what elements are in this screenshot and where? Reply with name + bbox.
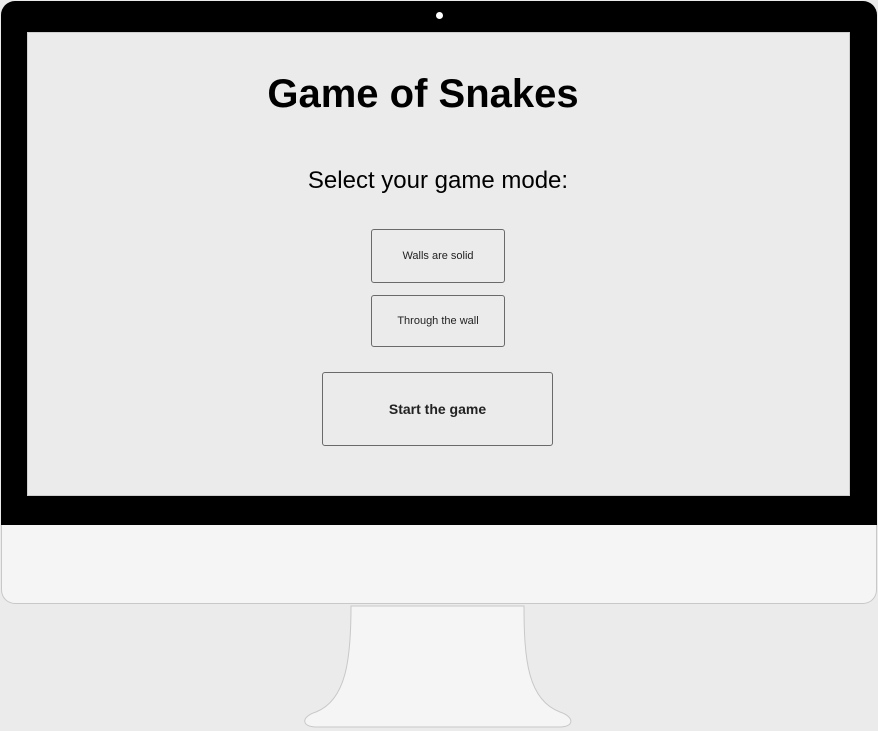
walls-are-solid-button[interactable]: Walls are solid [371,229,505,283]
page-title: Game of Snakes [267,72,579,116]
start-game-button[interactable]: Start the game [322,372,553,446]
game-mode-prompt: Select your game mode: [307,167,569,194]
through-the-wall-button[interactable]: Through the wall [371,295,505,347]
